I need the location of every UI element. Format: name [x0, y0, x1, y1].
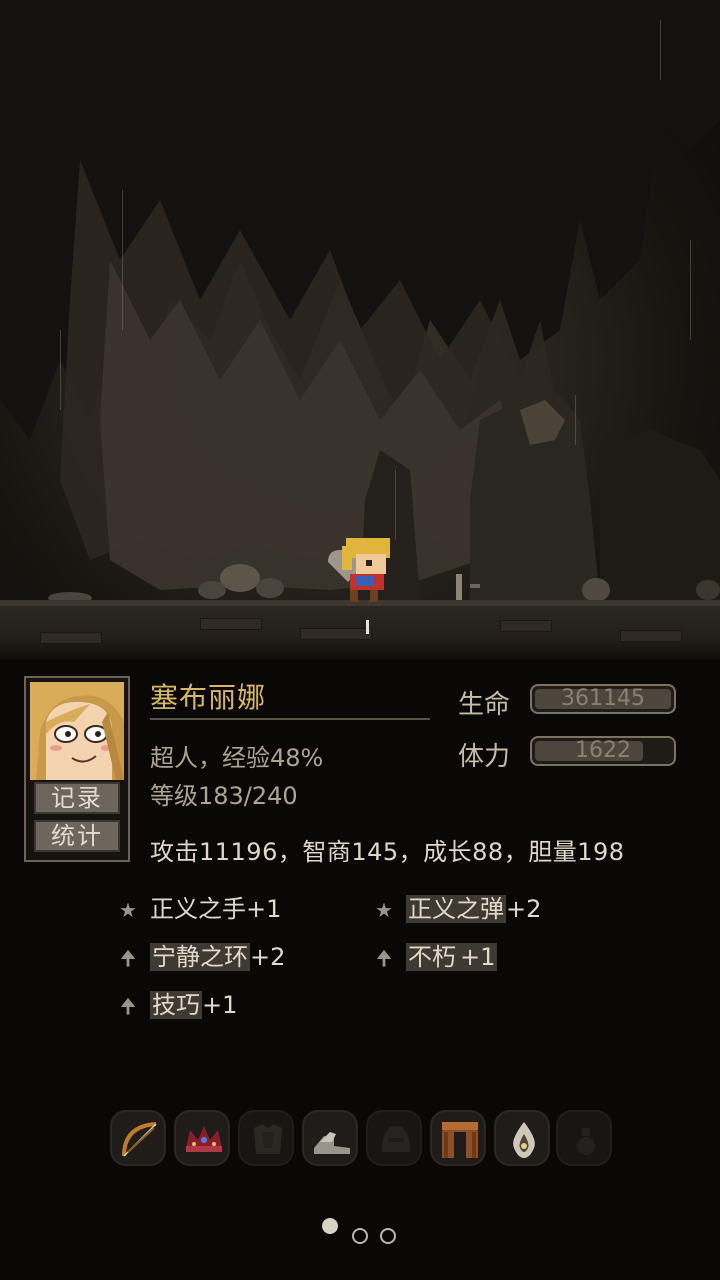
skill-bonus: +2 [250, 943, 286, 971]
page-dot-2[interactable] [352, 1228, 368, 1244]
skill-bonus: +2 [506, 895, 542, 923]
portrait-frame: 记录 统计 [24, 676, 130, 862]
equip-slot-cloak[interactable] [430, 1110, 486, 1166]
stamina-meter: 1622 [530, 736, 676, 766]
equip-slot-helmet[interactable] [366, 1110, 422, 1166]
hero-sprite[interactable] [326, 536, 406, 606]
game-scene [0, 0, 720, 660]
star-icon: ★ [119, 898, 137, 922]
bow-icon [122, 1122, 157, 1157]
equip-slot-amulet[interactable] [494, 1110, 550, 1166]
skill-name: 正义之弹 [406, 895, 506, 923]
arrow-up-icon: 🠉 [375, 946, 393, 970]
equip-slot-armor[interactable] [238, 1110, 294, 1166]
records-button[interactable]: 记录 [34, 782, 120, 814]
amulet-icon [513, 1122, 535, 1158]
boots-icon [314, 1132, 350, 1154]
page-dot-1[interactable] [322, 1218, 338, 1234]
cloak-icon [442, 1122, 478, 1158]
skill-bonus: +1 [246, 895, 282, 923]
equip-slot-boots[interactable] [302, 1110, 358, 1166]
page-dot-3[interactable] [380, 1228, 396, 1244]
portrait-face-icon [30, 682, 124, 780]
crown-icon [186, 1126, 222, 1152]
name-divider [150, 718, 430, 720]
skill-bonus: +1 [202, 991, 238, 1019]
equip-slot-crown[interactable] [174, 1110, 230, 1166]
character-portrait [30, 682, 124, 780]
star-icon: ★ [375, 898, 393, 922]
skill-item[interactable]: ★ 正义之弹+2 [372, 892, 541, 926]
skill-item[interactable]: 🠉 不朽 +1 [372, 940, 498, 974]
hp-value: 361145 [561, 686, 645, 711]
skill-name: 宁静之环 [150, 943, 250, 971]
arrow-up-icon: 🠉 [119, 994, 137, 1018]
skill-item[interactable]: 🠉 技巧+1 [116, 988, 237, 1022]
skill-name: 正义之手 [150, 895, 246, 923]
attribute-stats: 攻击11196，智商145，成长88，胆量198 [150, 838, 625, 866]
skill-name: 技巧 [150, 991, 202, 1019]
equip-slot-bow[interactable] [110, 1110, 166, 1166]
stamina-label: 体力 [458, 742, 511, 772]
armor-icon [254, 1124, 282, 1154]
position-marker [366, 620, 369, 634]
skill-item[interactable]: ★ 正义之手+1 [116, 892, 281, 926]
hp-meter: 361145 [530, 684, 676, 714]
equip-slot-potion[interactable] [556, 1110, 612, 1166]
stats-button[interactable]: 统计 [34, 820, 120, 852]
level-line: 等级183/240 [150, 782, 298, 810]
skill-item[interactable]: 🠉 宁静之环+2 [116, 940, 285, 974]
stamina-value: 1622 [575, 738, 631, 763]
helmet-icon [382, 1126, 410, 1152]
arrow-up-icon: 🠉 [119, 946, 137, 970]
character-name: 塞布丽娜 [150, 681, 267, 714]
skill-name: 不朽 [406, 943, 458, 971]
class-exp-line: 超人，经验48% [150, 744, 324, 772]
skill-bonus: +1 [458, 943, 498, 971]
hp-label: 生命 [458, 690, 511, 720]
potion-icon [577, 1128, 595, 1155]
